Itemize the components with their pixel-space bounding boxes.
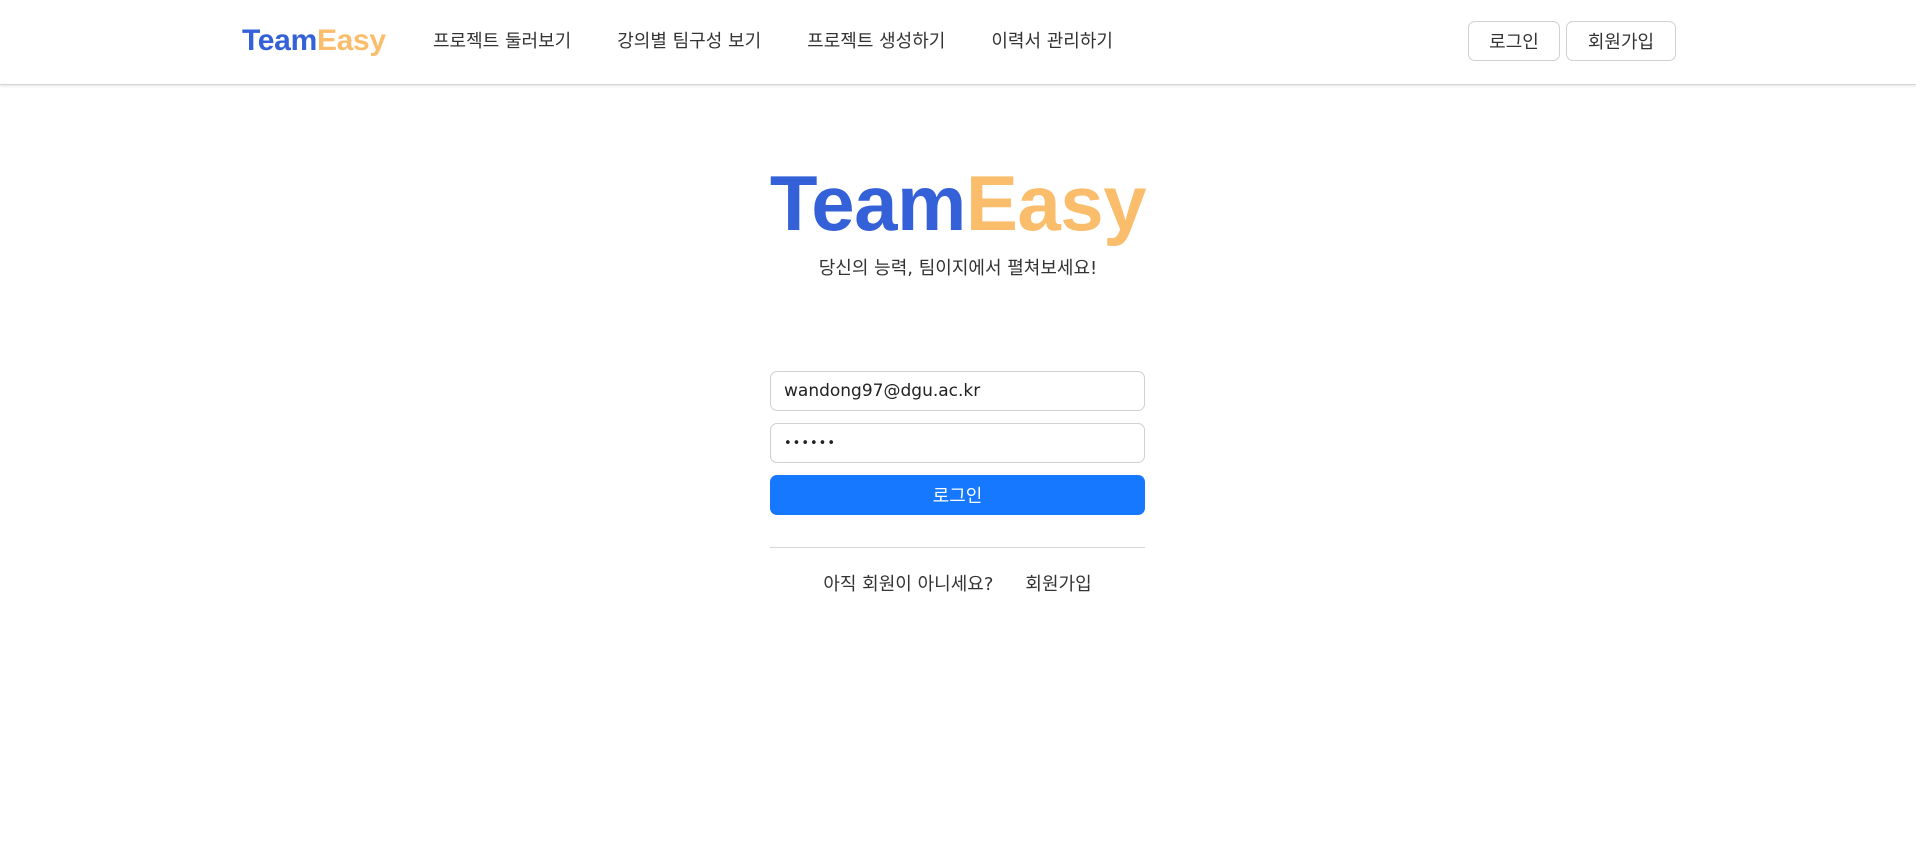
top-navbar: TeamEasy 프로젝트 둘러보기 강의별 팀구성 보기 프로젝트 생성하기 … [0, 0, 1916, 85]
signup-prompt: 아직 회원이 아니세요? [823, 574, 994, 595]
main-nav: 프로젝트 둘러보기 강의별 팀구성 보기 프로젝트 생성하기 이력서 관리하기 [433, 27, 1113, 57]
brand-logo[interactable]: TeamEasy [242, 23, 386, 59]
brand-logo-easy: Easy [316, 24, 386, 57]
main-logo-team: Team [769, 159, 966, 247]
divider [770, 547, 1145, 548]
password-field[interactable] [770, 423, 1145, 463]
nav-item-resume[interactable]: 이력서 관리하기 [991, 27, 1113, 57]
signup-row: 아직 회원이 아니세요? 회원가입 [770, 572, 1145, 598]
nav-item-browse-projects[interactable]: 프로젝트 둘러보기 [433, 27, 571, 57]
signup-link[interactable]: 회원가입 [1025, 572, 1091, 598]
tagline: 당신의 능력, 팀이지에서 펼쳐보세요! [818, 258, 1098, 279]
main-logo-easy: Easy [965, 159, 1147, 247]
login-form: 로그인 아직 회원이 아니세요? 회원가입 [770, 371, 1145, 598]
brand-logo-team: Team [242, 24, 317, 57]
main-logo: TeamEasy [0, 160, 1916, 246]
nav-item-course-teams[interactable]: 강의별 팀구성 보기 [617, 27, 761, 57]
login-submit-button[interactable]: 로그인 [770, 475, 1145, 515]
header-login-button[interactable]: 로그인 [1468, 21, 1560, 61]
header-signup-button[interactable]: 회원가입 [1566, 21, 1676, 61]
nav-item-create-project[interactable]: 프로젝트 생성하기 [807, 27, 945, 57]
email-field[interactable] [770, 371, 1145, 411]
